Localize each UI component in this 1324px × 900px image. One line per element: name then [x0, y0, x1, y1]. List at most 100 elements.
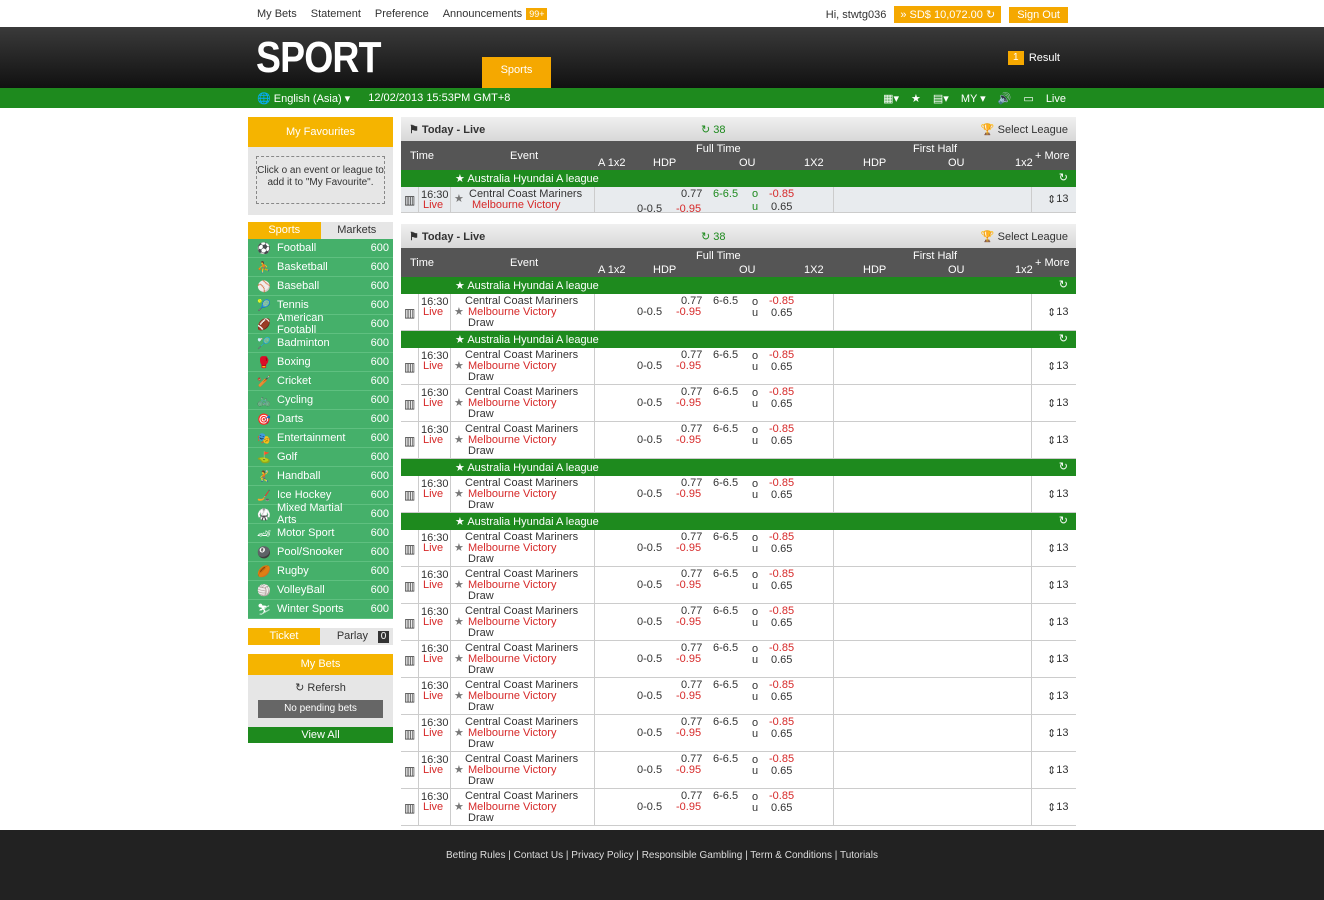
under-odds[interactable]: 0.65 [771, 728, 792, 740]
sport-item-cricket[interactable]: 🏏 Cricket 600 [248, 372, 393, 391]
favourite-star-icon[interactable]: ★ [454, 487, 464, 500]
sport-item-winter-sports[interactable]: ⛷ Winter Sports 600 [248, 600, 393, 619]
stats-icon[interactable]: ▥ [404, 193, 415, 207]
hdp-away-odds[interactable]: -0.95 [676, 616, 701, 628]
hdp-away-odds[interactable]: -0.95 [676, 801, 701, 813]
under-odds[interactable]: 0.65 [771, 691, 792, 703]
stats-icon[interactable]: ▥ [404, 397, 415, 411]
sound-icon[interactable]: 🔊 [998, 92, 1012, 105]
over-odds[interactable]: -0.85 [769, 568, 794, 580]
sport-item-baseball[interactable]: ⚾ Baseball 600 [248, 277, 393, 296]
favourite-star-icon[interactable]: ★ [454, 359, 464, 372]
sport-item-mixed-martial-arts[interactable]: 🥋 Mixed Martial Arts 600 [248, 502, 393, 526]
refresh-icon[interactable]: ↻ [1059, 171, 1068, 184]
league-row[interactable]: ★ Australia Hyundai A league ↻ [401, 277, 1076, 294]
hdp-away-odds[interactable]: -0.95 [676, 306, 701, 318]
footer-link-2[interactable]: Privacy Policy [571, 850, 633, 861]
hdp-away-odds[interactable]: -0.95 [676, 488, 701, 500]
stats-icon[interactable]: ▥ [404, 434, 415, 448]
hdp-away-odds[interactable]: -0.95 [676, 690, 701, 702]
more-markets[interactable]: ⇕ 13 [1047, 616, 1068, 629]
layout-icon[interactable]: ▦▾ [883, 92, 899, 105]
sport-item-badminton[interactable]: 🏸 Badminton 600 [248, 334, 393, 353]
tv-icon[interactable]: ▭ [1023, 92, 1033, 105]
sport-item-football[interactable]: ⚽ Football 600 [248, 239, 393, 258]
league-row[interactable]: ★ Australia Hyundai A league ↻ [401, 513, 1076, 530]
match-row[interactable]: ▥ 16:30 Live ★ Central Coast Mariners Melbour… [401, 715, 1076, 752]
league-row[interactable]: ★ Australia Hyundai A league ↻ [401, 170, 1076, 187]
more-markets[interactable]: ⇕ 13 [1047, 690, 1068, 703]
sport-item-boxing[interactable]: 🥊 Boxing 600 [248, 353, 393, 372]
refresh-icon[interactable]: ↻ [1059, 514, 1068, 527]
sport-item-volleyball[interactable]: 🏐 VolleyBall 600 [248, 581, 393, 600]
sport-item-rugby[interactable]: 🏉 Rugby 600 [248, 562, 393, 581]
refresh-icon[interactable]: ↻ [1059, 332, 1068, 345]
stats-icon[interactable]: ▥ [404, 690, 415, 704]
league-row[interactable]: ★ Australia Hyundai A league ↻ [401, 331, 1076, 348]
league-row[interactable]: ★ Australia Hyundai A league ↻ [401, 459, 1076, 476]
balance-badge[interactable]: » SD$ 10,072.00 ↻ [894, 6, 1002, 23]
match-row[interactable]: ▥ 16:30 Live ★ Central Coast Mariners Melbour… [401, 385, 1076, 422]
footer-link-3[interactable]: Responsible Gambling [642, 850, 743, 861]
refresh-icon[interactable]: ↻ [1059, 460, 1068, 473]
under-odds[interactable]: 0.65 [771, 802, 792, 814]
more-markets[interactable]: ⇕ 13 [1047, 434, 1068, 447]
refresh-button[interactable]: ↻ Refersh [248, 681, 393, 694]
more-markets[interactable]: ⇕ 13 [1047, 579, 1068, 592]
under-odds[interactable]: 0.65 [771, 543, 792, 555]
hdp-away-odds[interactable]: -0.95 [676, 764, 701, 776]
under-odds[interactable]: 0.65 [771, 489, 792, 501]
over-odds[interactable]: -0.85 [769, 423, 794, 435]
under-odds[interactable]: 0.65 [771, 580, 792, 592]
select-league-button[interactable]: 🏆 Select League [981, 123, 1068, 136]
favourite-star-icon[interactable]: ★ [454, 396, 464, 409]
refresh-icon[interactable]: ↻ [1059, 278, 1068, 291]
match-row[interactable]: ▥ 16:30 Live ★ Central Coast Mariners Melbour… [401, 604, 1076, 641]
sport-item-pool-snooker[interactable]: 🎱 Pool/Snooker 600 [248, 543, 393, 562]
sport-item-cycling[interactable]: 🚲 Cycling 600 [248, 391, 393, 410]
hdp-away-odds[interactable]: -0.95 [676, 397, 701, 409]
sport-item-golf[interactable]: ⛳ Golf 600 [248, 448, 393, 467]
footer-link-5[interactable]: Tutorials [840, 850, 878, 861]
more-markets[interactable]: ⇕ 13 [1047, 306, 1068, 319]
over-odds[interactable]: -0.85 [769, 188, 794, 200]
sport-item-entertainment[interactable]: 🎭 Entertainment 600 [248, 429, 393, 448]
nav-preference[interactable]: Preference [375, 8, 429, 20]
view-all-button[interactable]: View All [248, 727, 393, 743]
stats-icon[interactable]: ▥ [404, 542, 415, 556]
view-icon[interactable]: ▤▾ [933, 92, 949, 105]
more-markets[interactable]: ⇕ 13 [1047, 193, 1068, 206]
favourite-star-icon[interactable]: ★ [454, 578, 464, 591]
more-markets[interactable]: ⇕ 13 [1047, 801, 1068, 814]
match-row[interactable]: ▥ 16:30 Live ★ Central Coast Mariners Melbour… [401, 187, 1076, 215]
language-selector[interactable]: 🌐 English (Asia) ▾ [257, 92, 350, 105]
hdp-away-odds[interactable]: -0.95 [676, 434, 701, 446]
hdp-away-odds[interactable]: -0.95 [676, 360, 701, 372]
match-row[interactable]: ▥ 16:30 Live ★ Central Coast Mariners Melbour… [401, 422, 1076, 459]
match-row[interactable]: ▥ 16:30 Live ★ Central Coast Mariners Melbour… [401, 752, 1076, 789]
stats-icon[interactable]: ▥ [404, 727, 415, 741]
over-odds[interactable]: -0.85 [769, 642, 794, 654]
select-league-button[interactable]: 🏆 Select League [981, 230, 1068, 243]
over-odds[interactable]: -0.85 [769, 679, 794, 691]
tab-ticket[interactable]: Ticket [248, 628, 320, 645]
stats-icon[interactable]: ▥ [404, 616, 415, 630]
hdp-away-odds[interactable]: -0.95 [676, 653, 701, 665]
match-row[interactable]: ▥ 16:30 Live ★ Central Coast Mariners Melbour… [401, 294, 1076, 331]
under-odds[interactable]: 0.65 [771, 201, 792, 213]
match-row[interactable]: ▥ 16:30 Live ★ Central Coast Mariners Melbour… [401, 641, 1076, 678]
match-row[interactable]: ▥ 16:30 Live ★ Central Coast Mariners Melbour… [401, 476, 1076, 513]
match-row[interactable]: ▥ 16:30 Live ★ Central Coast Mariners Melbour… [401, 348, 1076, 385]
favourite-star-icon[interactable]: ★ [454, 652, 464, 665]
stats-icon[interactable]: ▥ [404, 764, 415, 778]
over-odds[interactable]: -0.85 [769, 477, 794, 489]
under-odds[interactable]: 0.65 [771, 654, 792, 666]
under-odds[interactable]: 0.65 [771, 361, 792, 373]
tab-sports[interactable]: Sports [482, 57, 551, 88]
more-markets[interactable]: ⇕ 13 [1047, 542, 1068, 555]
footer-link-0[interactable]: Betting Rules [446, 850, 505, 861]
tab-sports-list[interactable]: Sports [248, 222, 321, 239]
under-odds[interactable]: 0.65 [771, 435, 792, 447]
stats-icon[interactable]: ▥ [404, 801, 415, 815]
match-row[interactable]: ▥ 16:30 Live ★ Central Coast Mariners Melbour… [401, 530, 1076, 567]
